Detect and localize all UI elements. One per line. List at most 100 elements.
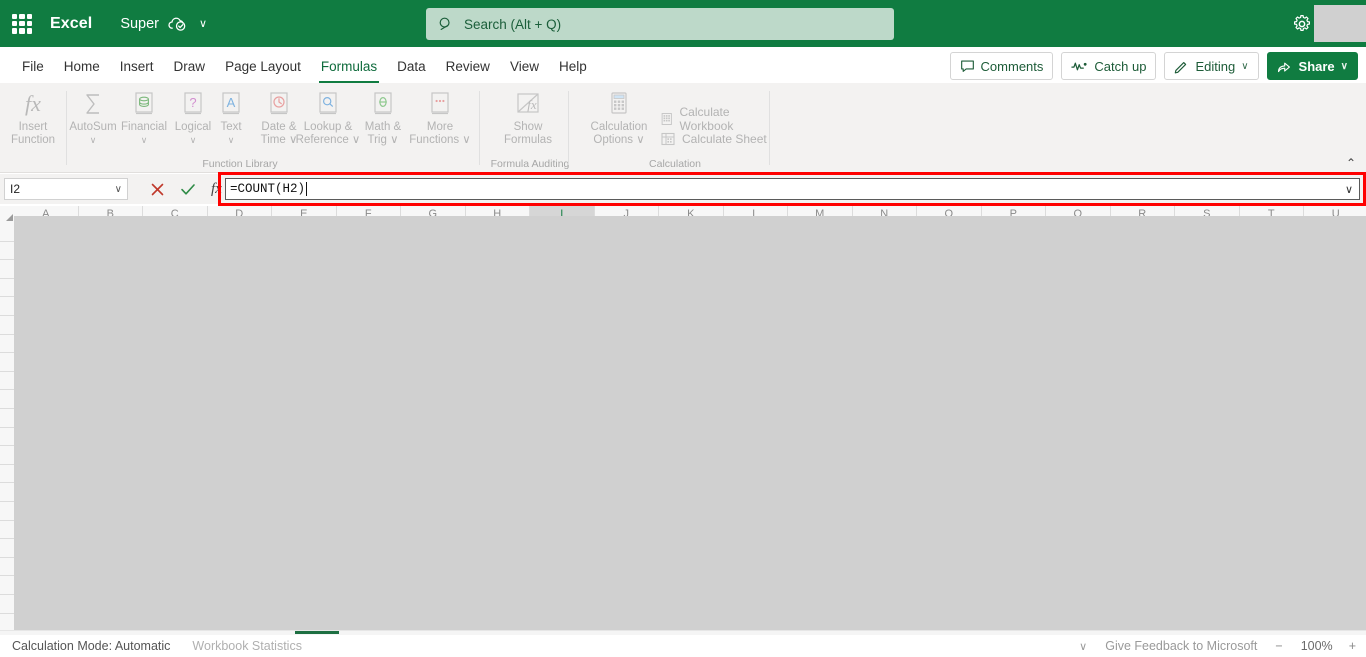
tab-review[interactable]: Review bbox=[436, 51, 500, 83]
select-all-corner-icon[interactable] bbox=[0, 206, 14, 222]
ribbon-group-formula-auditing: fx Show Formulas Formula Auditing bbox=[480, 83, 580, 173]
row-grid-line bbox=[0, 259, 14, 261]
catch-up-button[interactable]: Catch up bbox=[1061, 52, 1157, 80]
share-button[interactable]: Share ∨ bbox=[1266, 52, 1358, 80]
tab-page-layout[interactable]: Page Layout bbox=[215, 51, 311, 83]
lookup-label-1: Lookup & bbox=[303, 121, 353, 133]
document-name-label[interactable]: Super bbox=[120, 16, 159, 32]
svg-text:fx: fx bbox=[527, 97, 537, 112]
zoom-out-button[interactable]: − bbox=[1275, 639, 1282, 653]
catch-up-pulse-icon bbox=[1071, 62, 1087, 71]
calculation-options-label-1: Calculation bbox=[590, 121, 648, 133]
share-icon bbox=[1277, 62, 1290, 72]
tab-help[interactable]: Help bbox=[549, 51, 597, 83]
name-box[interactable]: I2 ∨ bbox=[4, 178, 128, 200]
status-options-chevron-down-icon[interactable]: ∨ bbox=[1079, 640, 1087, 653]
show-formulas-button[interactable]: fx Show Formulas bbox=[497, 87, 559, 147]
ribbon-group-calculation: Calculation Options ∨ Calculate Workbook bbox=[580, 83, 770, 173]
row-grid-line bbox=[0, 501, 14, 502]
search-icon bbox=[438, 16, 454, 32]
editing-chevron-down-icon[interactable]: ∨ bbox=[1241, 61, 1248, 72]
formula-bar-icons: fx bbox=[150, 181, 222, 198]
more-functions-label-2[interactable]: Functions ∨ bbox=[409, 134, 470, 146]
status-bar-right: ∨ Give Feedback to Microsoft − 100% + bbox=[1079, 639, 1356, 653]
row-grid-line bbox=[0, 463, 14, 465]
calculate-sheet-icon bbox=[661, 132, 675, 146]
row-grid-line bbox=[0, 445, 14, 447]
financial-chevron-down-icon[interactable]: ∨ bbox=[141, 135, 148, 145]
calculate-sheet-label: Calculate Sheet bbox=[682, 132, 767, 146]
calculate-workbook-label: Calculate Workbook bbox=[679, 105, 734, 133]
comment-bubble-icon bbox=[960, 60, 974, 72]
ribbon-collapse-chevron-up-icon[interactable]: ⌃ bbox=[1346, 156, 1356, 170]
zoom-in-button[interactable]: + bbox=[1349, 639, 1356, 653]
group-label-formula-auditing: Formula Auditing bbox=[490, 158, 570, 170]
calculation-options-button[interactable]: Calculation Options ∨ bbox=[584, 87, 654, 147]
show-formulas-label-1: Show bbox=[513, 121, 543, 133]
row-grid-line bbox=[0, 333, 14, 335]
date-time-label-1: Date & bbox=[261, 121, 297, 133]
account-avatar[interactable] bbox=[1314, 5, 1366, 42]
give-feedback-link[interactable]: Give Feedback to Microsoft bbox=[1105, 639, 1257, 653]
tab-view[interactable]: View bbox=[500, 51, 549, 83]
editing-mode-button[interactable]: Editing ∨ bbox=[1164, 52, 1259, 80]
math-trig-label-2[interactable]: Trig ∨ bbox=[368, 134, 399, 146]
more-functions-button[interactable]: More Functions ∨ bbox=[404, 87, 476, 147]
insert-function-label-2: Function bbox=[10, 134, 56, 146]
row-grid-line bbox=[0, 575, 14, 577]
more-functions-book-icon bbox=[404, 87, 476, 121]
insert-function-button[interactable]: fx Insert Function bbox=[2, 87, 64, 147]
math-trig-button[interactable]: Math & Trig ∨ bbox=[358, 87, 408, 147]
date-time-label-2[interactable]: Time ∨ bbox=[261, 134, 298, 146]
workbook-statistics-status[interactable]: Workbook Statistics bbox=[192, 639, 302, 653]
name-box-chevron-down-icon[interactable]: ∨ bbox=[115, 184, 122, 195]
catch-up-label: Catch up bbox=[1094, 58, 1147, 74]
app-launcher-icon[interactable] bbox=[12, 13, 32, 34]
logical-label: Logical bbox=[174, 121, 212, 133]
tab-home[interactable]: Home bbox=[54, 51, 110, 83]
zoom-level-label[interactable]: 100% bbox=[1299, 639, 1333, 653]
calculate-sheet-button[interactable]: Calculate Sheet bbox=[660, 131, 767, 147]
document-menu-chevron-down-icon[interactable]: ∨ bbox=[199, 17, 207, 30]
tab-file[interactable]: File bbox=[12, 51, 54, 83]
comments-label: Comments bbox=[980, 58, 1044, 74]
lookup-book-icon bbox=[294, 87, 362, 121]
lookup-reference-button[interactable]: Lookup & Reference ∨ bbox=[294, 87, 362, 147]
lookup-label-2[interactable]: Reference ∨ bbox=[296, 134, 361, 146]
app-name-label: Excel bbox=[50, 14, 93, 32]
math-trig-label-1: Math & bbox=[364, 121, 402, 133]
row-grid-line bbox=[0, 352, 14, 354]
text-chevron-down-icon[interactable]: ∨ bbox=[228, 135, 235, 145]
enter-check-icon[interactable] bbox=[180, 182, 196, 197]
cloud-saved-icon[interactable] bbox=[167, 16, 187, 32]
logical-chevron-down-icon[interactable]: ∨ bbox=[190, 135, 197, 145]
editing-label: Editing bbox=[1195, 58, 1236, 74]
calculate-workbook-button[interactable]: Calculate Workbook bbox=[660, 105, 770, 133]
calculation-options-icon bbox=[584, 87, 654, 121]
share-chevron-down-icon[interactable]: ∨ bbox=[1341, 61, 1348, 72]
spreadsheet-grid: ABCDEFGHIJKLMNOPQRSTU bbox=[0, 206, 1366, 633]
row-grid-line bbox=[0, 408, 14, 409]
text-label: Text bbox=[220, 121, 242, 133]
fx-icon: fx bbox=[25, 91, 41, 116]
search-box[interactable]: Search (Alt + Q) bbox=[426, 8, 894, 40]
active-sheet-tab-indicator[interactable] bbox=[295, 631, 339, 634]
settings-gear-icon[interactable] bbox=[1290, 12, 1314, 36]
calculation-mode-status[interactable]: Calculation Mode: Automatic bbox=[12, 639, 170, 653]
tab-data[interactable]: Data bbox=[387, 51, 436, 83]
calculation-options-label-2[interactable]: Options ∨ bbox=[593, 134, 644, 146]
status-bar-left: Calculation Mode: Automatic Workbook Sta… bbox=[12, 639, 302, 653]
math-trig-book-icon bbox=[358, 87, 408, 121]
group-label-calculation: Calculation bbox=[649, 158, 701, 170]
tab-draw[interactable]: Draw bbox=[164, 51, 216, 83]
cancel-x-icon[interactable] bbox=[150, 182, 165, 197]
autosum-chevron-down-icon[interactable]: ∨ bbox=[90, 135, 97, 145]
row-grid-line bbox=[0, 370, 14, 372]
pencil-icon bbox=[1175, 61, 1187, 73]
tab-formulas[interactable]: Formulas bbox=[311, 51, 387, 83]
tab-insert[interactable]: Insert bbox=[110, 51, 164, 83]
comments-button[interactable]: Comments bbox=[949, 52, 1054, 80]
row-grid-line bbox=[0, 277, 14, 279]
svg-text:A: A bbox=[227, 95, 236, 110]
svg-text:?: ? bbox=[189, 95, 196, 110]
